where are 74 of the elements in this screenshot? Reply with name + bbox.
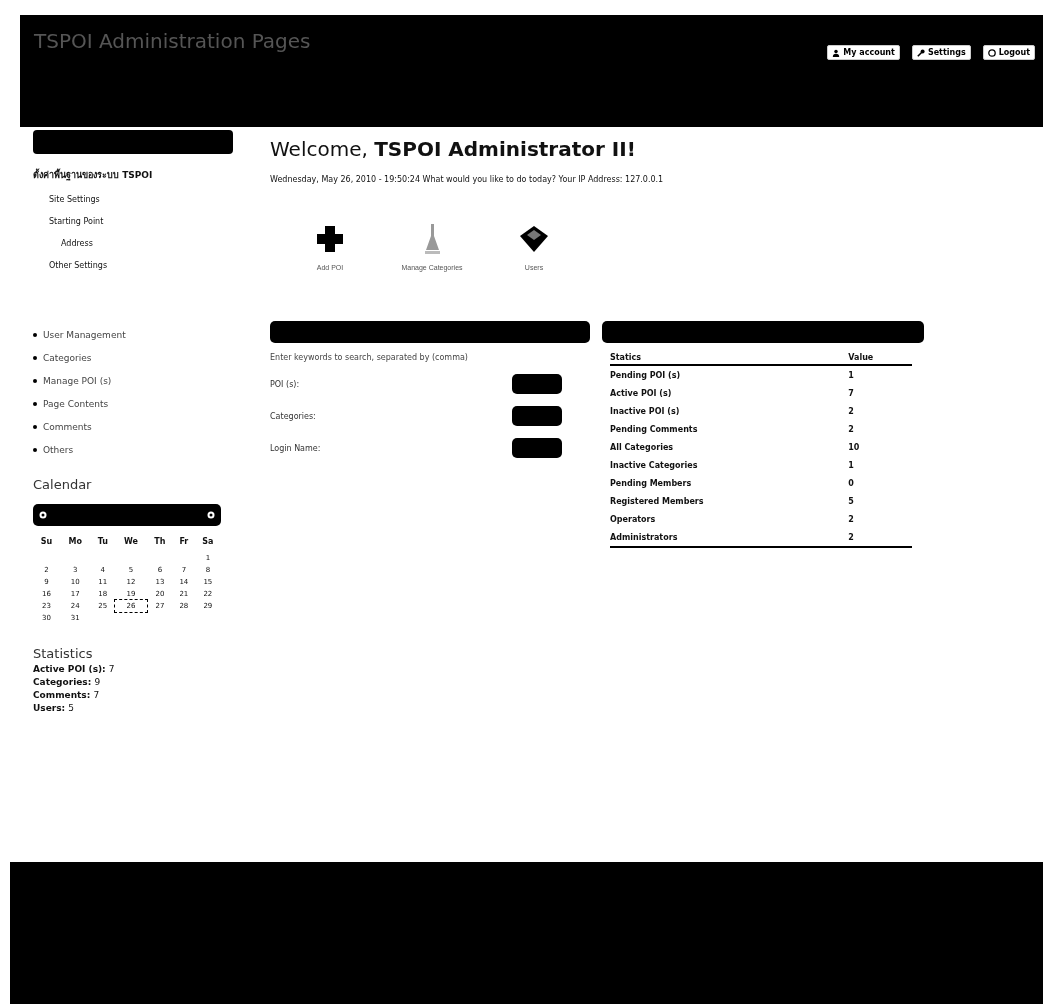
weekday-label: Su [39,535,54,548]
next-icon[interactable] [207,511,215,519]
field-label: Login Name: [270,443,321,453]
search-button[interactable] [512,438,562,458]
table-cell: Pending Comments [610,420,849,438]
bullet-icon [33,425,37,429]
table-cell: Pending Members [610,474,849,492]
table-cell: Active POI (s) [610,384,849,402]
table-cell-text: 10 [848,442,861,454]
search-button[interactable] [512,374,562,394]
weekday-label: Sa [201,535,215,548]
header-button[interactable]: Settings [911,45,971,60]
stat-value: 7 [93,690,100,700]
column-header: Value [848,351,912,365]
stat-label: Comments: [33,690,91,700]
power-icon [987,48,996,57]
wrench-icon [916,48,925,57]
bullet-icon [33,448,37,452]
table-cell: 2 [848,528,912,547]
column-header: Statics [610,351,849,365]
site-title: TSPOI Administration Pages [34,29,311,55]
stat-label: Categories: [33,677,92,687]
menu-item[interactable]: Manage POI (s) [33,376,233,386]
header-button[interactable]: Logout [982,45,1035,60]
table-cell-text: 2 [848,406,855,418]
weekday-label: We [122,535,139,548]
table-cell-text: 1 [848,460,855,472]
sidebar-item[interactable]: Starting Point [49,217,233,226]
header-button[interactable]: My account [827,45,900,60]
date-line: Wednesday, May 26, 2010 - 19:50:24 What would you like to do today? Your IP Address: 127.0.0.1 [270,175,665,184]
stat-value: 9 [94,677,101,687]
weekday-label: Th [153,535,167,548]
table-cell: Operators [610,510,849,528]
stat-label: Active POI (s): [33,664,106,674]
table-cell-text: Inactive Categories [610,460,699,472]
menu-item[interactable]: Categories [33,353,233,363]
sidebar-item[interactable]: Address [61,239,233,248]
user-icon [832,48,841,57]
field-label: Categories: [270,411,316,421]
table-cell-text: 5 [848,496,855,508]
previous-icon[interactable] [39,511,47,519]
table-cell: Registered Members [610,492,849,510]
stat-label: Users: [33,703,66,713]
bullet-icon [33,356,37,360]
section-title: Calendar [33,477,93,492]
table-cell-text: 0 [848,478,855,490]
table-cell: Administrators [610,528,849,547]
table-cell-text: 2 [848,514,855,526]
field-label: POI (s): [270,379,300,389]
sidebar-title: ตั้งค่าพื้นฐานของระบบ TSPOI [33,168,154,182]
stat-value: 7 [108,664,115,674]
table-cell-text: 2 [848,424,855,436]
stat-value: 5 [68,703,75,713]
sidebar-item[interactable]: Other Settings [49,261,233,270]
menu-item[interactable]: Page Contents [33,399,233,409]
menu-item[interactable]: Comments [33,422,233,432]
search-hint: Enter keywords to search, separated by (comma) [270,353,469,362]
bullet-icon [33,402,37,406]
weekday-label: Tu [96,535,109,548]
bullet-icon [33,333,37,337]
welcome-heading: Welcome, TSPOI Administrator II! [270,137,637,161]
table-cell-text: All Categories [610,442,675,454]
sidebar-item[interactable]: Site Settings [49,195,233,204]
menu-item[interactable]: Others [33,445,233,455]
bullet-icon [33,379,37,383]
search-button[interactable] [512,406,562,426]
weekday-label: Mo [67,535,83,548]
table-cell: 1 [848,365,912,384]
menu-item[interactable]: User Management [33,330,233,340]
table-cell-text: 7 [848,388,855,400]
weekday-label: Fr [178,535,190,548]
table-cell: Inactive POI (s) [610,402,849,420]
section-title: Statistics [33,646,94,661]
table-cell: Pending POI (s) [610,365,849,384]
